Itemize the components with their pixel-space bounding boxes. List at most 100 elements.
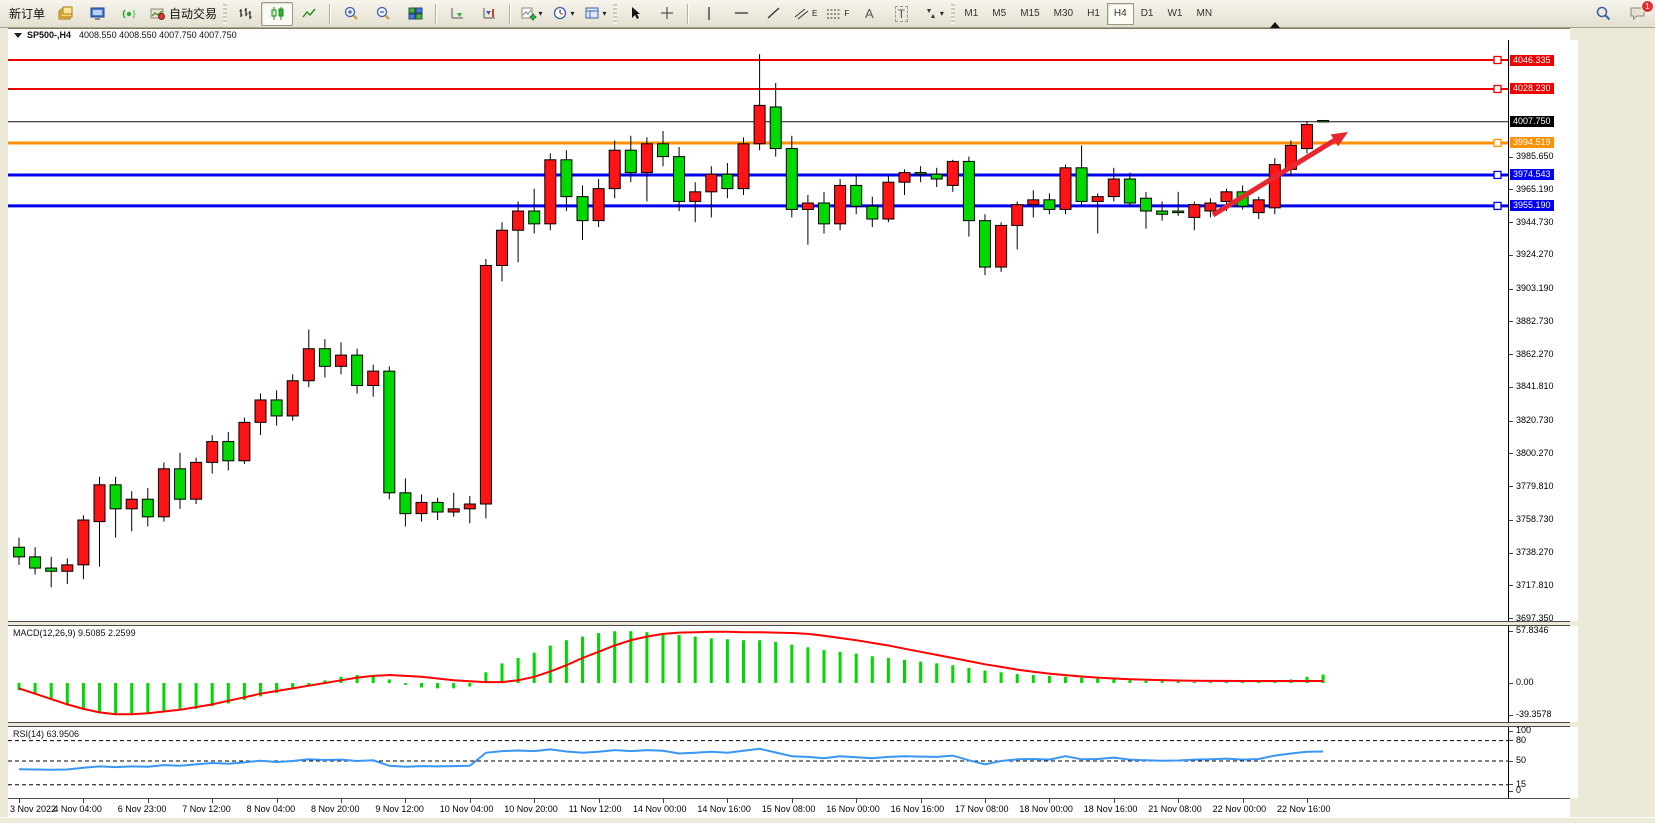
line-anchor-marker (1494, 171, 1501, 178)
zoom-out-button[interactable] (367, 2, 399, 26)
price-tick-label: 57.8346 (1516, 625, 1549, 635)
timeframe-H1[interactable]: H1 (1080, 3, 1107, 25)
time-tick-label: 9 Nov 12:00 (375, 804, 424, 814)
time-tick-label: 16 Nov 00:00 (826, 804, 880, 814)
auto-trading-button[interactable]: 自动交易 (145, 2, 221, 26)
new-order-label: 新订单 (9, 5, 45, 22)
timeframe-M5[interactable]: M5 (985, 3, 1013, 25)
axis-tick (1509, 321, 1513, 322)
vertical-line-button[interactable] (693, 2, 725, 26)
price-tick-label: 3738.270 (1516, 547, 1554, 557)
mt4-window: 新订单 自动交易 (0, 0, 1655, 823)
text-label-button[interactable]: T (885, 2, 917, 26)
timeframe-M30[interactable]: M30 (1047, 3, 1080, 25)
time-tick (1307, 799, 1308, 803)
indicators-button[interactable]: ▾ (515, 2, 547, 26)
price-tick-label: 3800.270 (1516, 448, 1554, 458)
signals-button[interactable] (113, 2, 145, 26)
trendline-icon (765, 5, 782, 22)
zoom-in-button[interactable] (335, 2, 367, 26)
text-tool-button[interactable]: A (853, 2, 885, 26)
periods-button[interactable]: ▾ (547, 2, 579, 26)
crosshair-button[interactable] (651, 2, 683, 26)
time-axis[interactable]: 3 Nov 20224 Nov 04:006 Nov 23:007 Nov 12… (8, 798, 1570, 817)
axis-tick (1509, 631, 1513, 632)
timeframe-H4[interactable]: H4 (1107, 3, 1134, 25)
main-chart-canvas[interactable] (8, 40, 1508, 621)
time-tick-label: 16 Nov 16:00 (891, 804, 945, 814)
axis-tick (1509, 740, 1513, 741)
fibonacci-button[interactable]: F (821, 2, 853, 26)
price-tick-label: 3903.190 (1516, 283, 1554, 293)
chevron-down-icon: ▾ (539, 9, 543, 18)
zoom-out-icon (375, 5, 392, 22)
price-tick-label: 3717.810 (1516, 580, 1554, 590)
axis-tick (1509, 553, 1513, 554)
chart-symbol-period: SP500-,H4 (27, 30, 71, 40)
axis-tick (1509, 715, 1513, 716)
price-tick-label: 3944.730 (1516, 217, 1554, 227)
price-level-badge: 3955.190 (1510, 200, 1554, 211)
arrows-tool-button[interactable]: ▾ (917, 2, 949, 26)
price-tick-label: 3882.730 (1516, 316, 1554, 326)
rsi-label: RSI(14) 63.9506 (13, 729, 79, 739)
auto-scroll-button[interactable] (441, 2, 473, 26)
trendline-button[interactable] (757, 2, 789, 26)
price-tick-label: 0 (1516, 785, 1521, 795)
vertical-line-icon (701, 5, 718, 22)
time-tick (727, 799, 728, 803)
timeframe-MN[interactable]: MN (1189, 3, 1219, 25)
macd-label: MACD(12,26,9) 9.5085 2.2599 (13, 628, 136, 638)
chat-button[interactable]: 1 (1629, 5, 1647, 22)
text-label-icon: T (895, 6, 908, 22)
arrows-tool-icon (923, 6, 938, 21)
line-anchor-marker (1494, 139, 1501, 146)
chart-menu-icon[interactable] (14, 33, 22, 38)
price-tick-label: 100 (1516, 725, 1531, 735)
chart-shift-icon (481, 5, 498, 22)
axis-tick (1509, 486, 1513, 487)
cursor-button[interactable] (619, 2, 651, 26)
macd-panel-row: MACD(12,26,9) 9.5085 2.2599 57.83460.00-… (8, 626, 1655, 722)
time-tick (856, 799, 857, 803)
chevron-down-icon: ▾ (571, 9, 575, 18)
time-tick (534, 799, 535, 803)
bar-chart-button[interactable] (229, 2, 261, 26)
auto-trading-icon (149, 5, 166, 22)
axis-tick (1509, 585, 1513, 586)
timeframe-M15[interactable]: M15 (1013, 3, 1046, 25)
time-tick (212, 799, 213, 803)
axis-tick (1509, 222, 1513, 223)
new-order-button[interactable]: 新订单 (2, 2, 49, 26)
templates-button[interactable]: ▾ (579, 2, 611, 26)
terminal-button[interactable] (81, 2, 113, 26)
equidistant-channel-button[interactable]: E (789, 2, 821, 26)
time-tick (985, 799, 986, 803)
line-chart-button[interactable] (293, 2, 325, 26)
chart-shift-button[interactable] (473, 2, 505, 26)
time-tick-label: 4 Nov 04:00 (53, 804, 102, 814)
timeframe-M1[interactable]: M1 (957, 3, 985, 25)
right-filler (1578, 40, 1655, 621)
rsi-panel-row: RSI(14) 63.9506 1008050150 (8, 727, 1655, 798)
timeframe-D1[interactable]: D1 (1134, 3, 1161, 25)
rsi-canvas[interactable] (8, 727, 1508, 798)
macd-canvas[interactable] (8, 626, 1508, 722)
chevron-down-icon: ▾ (603, 9, 607, 18)
time-tick-label: 22 Nov 00:00 (1213, 804, 1267, 814)
tile-windows-button[interactable] (399, 2, 431, 26)
toolbar-right-group: 1 (1587, 2, 1647, 26)
rsi-line (19, 749, 1323, 770)
axis-tick (1509, 683, 1513, 684)
line-anchor-marker (1494, 57, 1501, 64)
right-filler (1578, 727, 1655, 798)
search-button[interactable] (1587, 2, 1619, 26)
market-watch-button[interactable] (49, 2, 81, 26)
horizontal-line-button[interactable] (725, 2, 757, 26)
timeframe-W1[interactable]: W1 (1160, 3, 1189, 25)
price-axis[interactable]: 3985.6503965.1903944.7303924.2703903.190… (1508, 40, 1578, 621)
axis-tick (1509, 453, 1513, 454)
fibo-sub-glyph: F (844, 9, 849, 18)
candlestick-chart-button[interactable] (261, 2, 293, 26)
time-tick (1178, 799, 1179, 803)
